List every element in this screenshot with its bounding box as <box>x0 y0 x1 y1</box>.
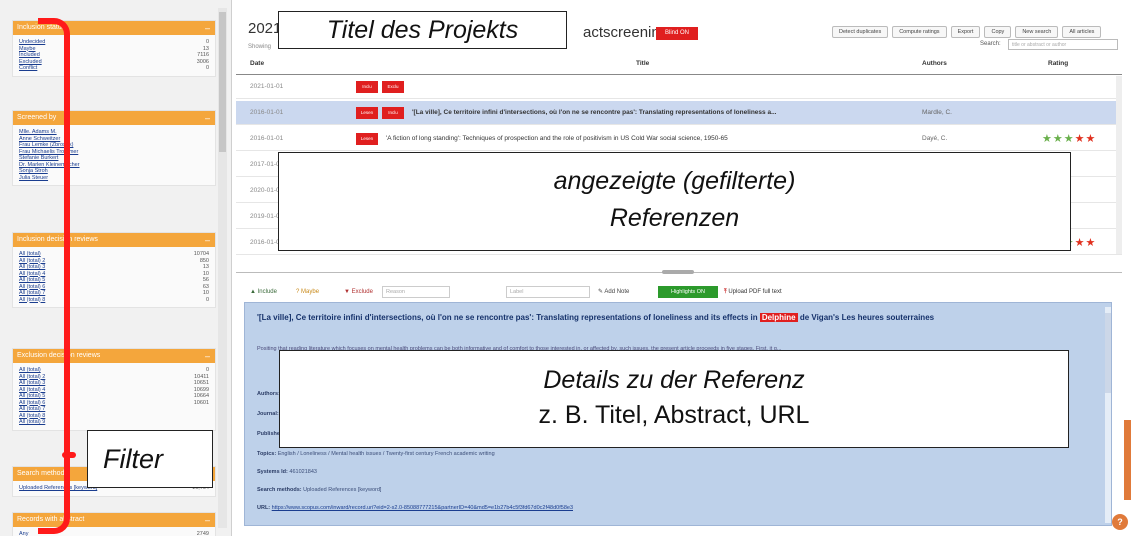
filter-item-count: 10601 <box>193 399 209 406</box>
field-journal: Journal: <box>257 411 279 417</box>
row-tags: Lesen Inclu <box>356 107 404 119</box>
new-search-button[interactable]: New search <box>1015 26 1059 38</box>
reference-title: '[La ville], Ce territoire infini d'inte… <box>257 313 935 322</box>
filter-item-label[interactable]: Any <box>19 531 28 536</box>
star-icon[interactable]: ★ <box>1053 133 1064 145</box>
row-title[interactable]: 'A fiction of long standing': Techniques… <box>386 127 906 151</box>
star-icon[interactable]: ★ <box>1075 237 1086 249</box>
sidebar-scrollbar-thumb[interactable] <box>219 12 226 152</box>
star-icon[interactable]: ★ <box>1086 133 1097 145</box>
export-button[interactable]: Export <box>950 26 981 38</box>
row-date: 2016-01-01 <box>250 135 284 142</box>
row-tag[interactable]: Lesen <box>356 107 378 119</box>
filter-bracket-tip <box>62 452 76 458</box>
star-icon[interactable]: ★ <box>1042 133 1053 145</box>
blind-mode-badge[interactable]: Blind ON <box>656 27 698 40</box>
star-icon[interactable]: ★ <box>1075 133 1086 145</box>
search-label: Search: <box>980 41 1001 47</box>
annotation-project-title: Titel des Projekts <box>278 11 567 49</box>
field-url: URL: https://www.scopus.com/inward/recor… <box>257 505 573 511</box>
col-header-rating[interactable]: Rating <box>1048 54 1068 74</box>
row-title[interactable]: '[La ville], Ce territoire infini d'inte… <box>412 101 932 125</box>
row-tag[interactable]: Inclu <box>382 107 404 119</box>
main-area: 2021 actscreening Blind ON Showing Detec… <box>236 0 1131 536</box>
collapse-icon[interactable]: – <box>205 349 210 363</box>
collapse-icon[interactable]: – <box>205 233 210 247</box>
row-authors: Dayé, C. <box>922 135 948 142</box>
row-rating[interactable]: ★★★★★ <box>1042 127 1096 151</box>
row-date: 2016-01-01 <box>250 109 284 116</box>
reference-url-link[interactable]: https://www.scopus.com/inward/record.uri… <box>272 505 573 511</box>
col-header-date[interactable]: Date <box>250 54 264 74</box>
star-icon[interactable]: ★ <box>1064 133 1075 145</box>
copy-button[interactable]: Copy <box>984 26 1012 38</box>
field-systems-id: Systems Id: 461021843 <box>257 469 317 475</box>
row-date: 2021-01-01 <box>250 83 284 90</box>
reason-input[interactable]: Reason <box>382 286 450 298</box>
top-toolbar: Detect duplicates Compute ratings Export… <box>832 26 1102 38</box>
row-tag[interactable]: Lesen <box>356 133 378 145</box>
project-title-prefix: 2021 <box>248 20 282 37</box>
all-articles-button[interactable]: All articles <box>1062 26 1102 38</box>
highlighted-term: Delphine <box>759 313 798 322</box>
exclude-button[interactable]: ▼ Exclude <box>344 286 373 298</box>
filter-item-count: 0 <box>205 65 209 71</box>
annotation-filter: Filter <box>87 430 213 488</box>
table-row[interactable]: 2016-01-01 Lesen 'A fiction of long standi… <box>236 127 1122 151</box>
upload-pdf-button[interactable]: ⤒ Upload PDF full text <box>724 286 782 298</box>
row-tags: Lesen <box>356 133 378 145</box>
row-tags: Inclu Exclu <box>356 81 404 93</box>
maybe-button[interactable]: ? Maybe <box>296 286 319 298</box>
label-input[interactable]: Label <box>506 286 590 298</box>
annotation-details-line1: Details zu der Referenz <box>543 366 805 394</box>
collapse-icon[interactable]: – <box>205 111 210 125</box>
include-button[interactable]: ▲ Include <box>250 286 277 298</box>
collapse-icon[interactable]: – <box>205 513 210 527</box>
table-scrollbar[interactable] <box>1116 76 1122 254</box>
field-topics: Topics: English / Loneliness / Mental he… <box>257 451 495 457</box>
add-note-button[interactable]: ✎ Add Note <box>598 286 629 298</box>
row-tag[interactable]: Inclu <box>356 81 378 93</box>
table-row[interactable]: 2016-01-01 Lesen Inclu '[La ville], Ce terr… <box>236 101 1122 125</box>
annotation-references: angezeigte (gefilterte) Referenzen <box>278 152 1071 251</box>
feedback-tab[interactable] <box>1124 420 1131 500</box>
compute-ratings-button[interactable]: Compute ratings <box>892 26 947 38</box>
annotation-references-line2: Referenzen <box>609 204 740 232</box>
showing-info: Showing <box>248 44 272 50</box>
detail-scrollbar-thumb[interactable] <box>1105 313 1111 393</box>
field-search-methods: Search methods: Uploaded References [key… <box>257 487 382 493</box>
filter-item-count: 0 <box>205 296 209 303</box>
help-button[interactable]: ? <box>1112 514 1128 530</box>
filter-item-count: 2749 <box>196 531 209 536</box>
highlights-toggle[interactable]: Highlights ON <box>658 286 718 298</box>
star-icon[interactable]: ★ <box>1086 237 1097 249</box>
annotation-details: Details zu der Referenz z. B. Titel, Abs… <box>279 350 1069 448</box>
col-header-title[interactable]: Title <box>636 54 649 74</box>
detect-duplicates-button[interactable]: Detect duplicates <box>832 26 889 38</box>
annotation-references-line1: angezeigte (gefilterte) <box>553 167 796 195</box>
collapse-icon[interactable]: – <box>205 21 210 35</box>
annotation-details-line2: z. B. Titel, Abstract, URL <box>538 401 810 429</box>
row-authors: Mardle, C. <box>922 109 952 116</box>
pane-resize-handle[interactable] <box>662 270 694 274</box>
table-row[interactable]: 2021-01-01 Inclu Exclu <box>236 75 1122 99</box>
field-authors: Authors: <box>257 391 280 397</box>
row-tag[interactable]: Exclu <box>382 81 404 93</box>
filter-item-label[interactable]: Conflict <box>19 65 37 72</box>
search-input[interactable]: title or abstract or author <box>1008 39 1118 50</box>
col-header-authors[interactable]: Authors <box>922 54 947 74</box>
